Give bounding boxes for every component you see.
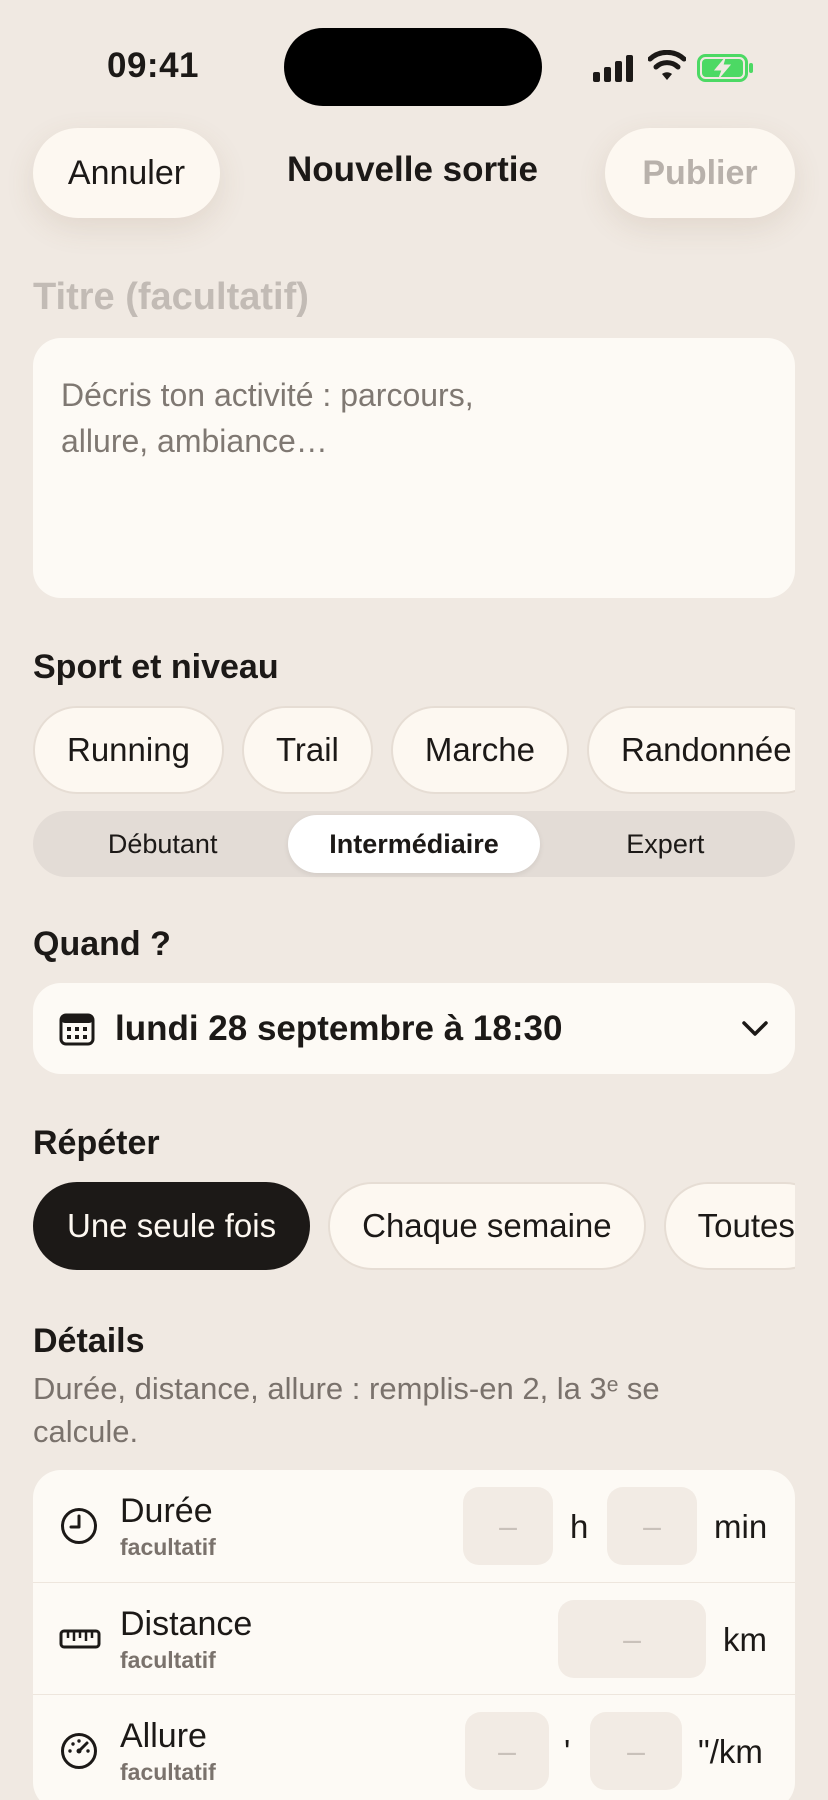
sport-section-title: Sport et niveau: [33, 648, 279, 686]
repeat-section-title: Répéter: [33, 1124, 160, 1162]
pace-label: Allure: [120, 1717, 207, 1755]
pace-row: Allure facultatif ' "/km: [33, 1694, 795, 1800]
details-subtitle: Durée, distance, allure : remplis-en 2, …: [33, 1371, 660, 1449]
duration-label: Durée: [120, 1492, 213, 1530]
date-value: lundi 28 septembre à 18:30: [115, 1008, 563, 1048]
when-section-title: Quand ?: [33, 925, 171, 963]
signal-icon: [593, 55, 633, 82]
description-textarea[interactable]: [33, 338, 795, 598]
pace-minutes-input[interactable]: [465, 1712, 549, 1790]
dynamic-island: [284, 28, 542, 106]
duration-row: Durée facultatif h min: [33, 1470, 795, 1582]
details-section-title: Détails: [33, 1322, 145, 1360]
title-input[interactable]: [33, 272, 793, 322]
details-card: Durée facultatif h min Distance facultat…: [33, 1470, 795, 1800]
sport-chip-running[interactable]: Running: [33, 706, 224, 794]
duration-hours-input[interactable]: [463, 1487, 553, 1565]
sport-chip-randonnee[interactable]: Randonnée: [586, 706, 795, 794]
sport-chip-trail[interactable]: Trail: [241, 706, 373, 794]
repeat-once-chip[interactable]: Une seule fois: [33, 1182, 311, 1270]
duration-minutes-input[interactable]: [607, 1487, 697, 1565]
level-intermediaire[interactable]: Intermédiaire: [288, 815, 540, 873]
battery-charging-icon: [697, 54, 753, 82]
cancel-button[interactable]: Annuler: [33, 128, 220, 218]
distance-input[interactable]: [558, 1600, 706, 1678]
pace-seconds-input[interactable]: [590, 1712, 682, 1790]
km-unit: km: [723, 1621, 767, 1658]
repeat-chips: Une seule fois Chaque semaine Toutes: [33, 1182, 795, 1270]
pace-seconds-unit: "/km: [698, 1733, 763, 1770]
pace-minutes-unit: ': [564, 1733, 571, 1770]
wifi-icon: [648, 50, 686, 80]
hours-unit: h: [570, 1508, 589, 1545]
pace-optional: facultatif: [120, 1759, 216, 1785]
speedometer-icon: [61, 1733, 97, 1769]
clock-icon: [61, 1508, 97, 1544]
sport-chip-marche[interactable]: Marche: [390, 706, 569, 794]
date-picker[interactable]: lundi 28 septembre à 18:30: [33, 983, 795, 1074]
level-expert[interactable]: Expert: [540, 815, 791, 873]
publish-button[interactable]: Publier: [605, 128, 795, 218]
status-time: 09:41: [107, 46, 200, 85]
ruler-icon: [59, 1629, 101, 1649]
status-bar: 09:41: [0, 0, 828, 120]
distance-row: Distance facultatif km: [33, 1582, 795, 1694]
minutes-unit: min: [714, 1508, 768, 1545]
distance-optional: facultatif: [120, 1647, 216, 1673]
repeat-weekly-chip[interactable]: Chaque semaine: [328, 1182, 646, 1270]
distance-label: Distance: [120, 1605, 253, 1643]
calendar-icon: [59, 1013, 95, 1045]
level-debutant[interactable]: Débutant: [37, 815, 288, 873]
chevron-down-icon: [742, 1020, 768, 1036]
sport-chips: Running Trail Marche Randonnée: [33, 706, 795, 794]
repeat-every-chip[interactable]: Toutes: [663, 1182, 795, 1270]
duration-optional: facultatif: [120, 1534, 216, 1560]
level-segmented-control: Débutant Intermédiaire Expert: [33, 811, 795, 877]
page-title: Nouvelle sortie: [287, 150, 538, 189]
